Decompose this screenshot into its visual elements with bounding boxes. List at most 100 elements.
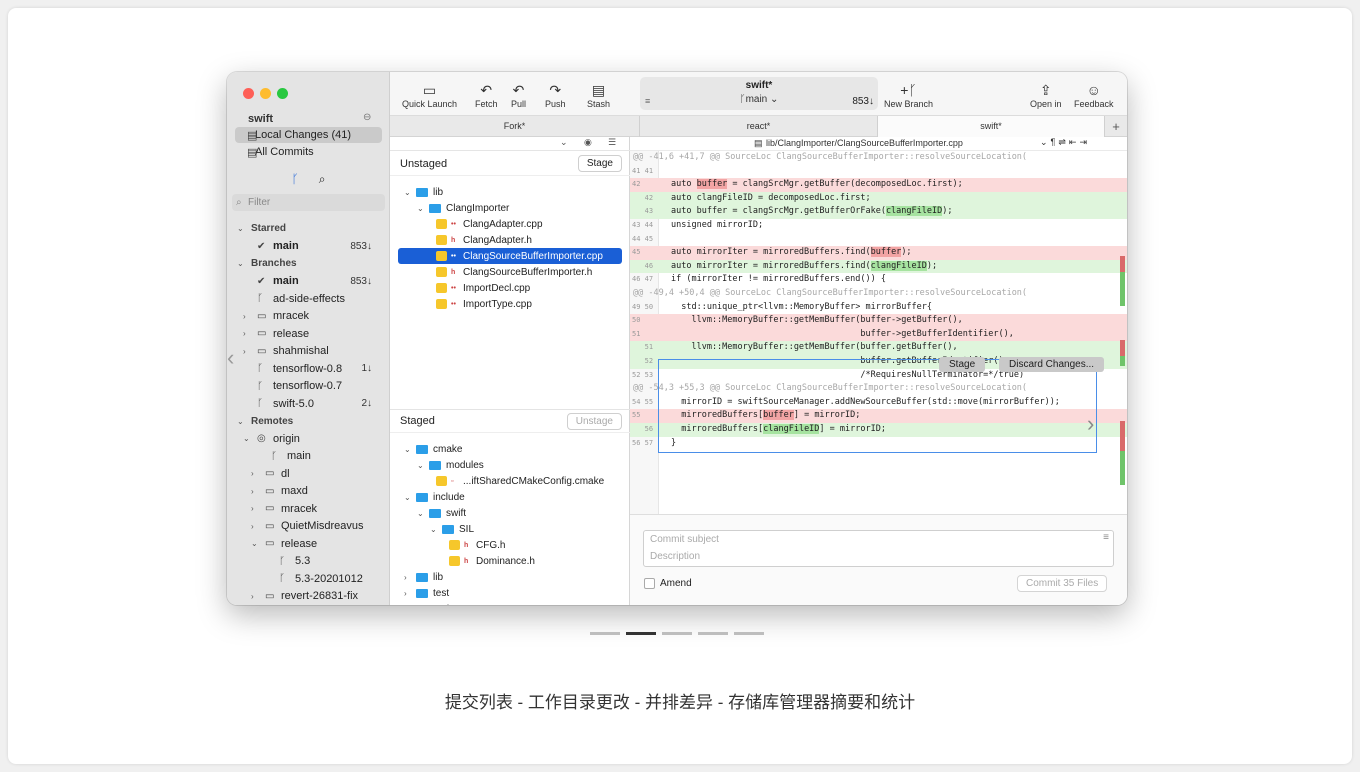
diff-line[interactable]: 44 45 [630,233,1127,247]
pull-button[interactable]: ↶ Pull [511,82,526,109]
folder-row[interactable]: › tools [398,601,622,605]
disclosure-chevron-icon[interactable]: › [243,329,246,338]
disclosure-chevron-icon[interactable]: › [404,605,407,606]
minimize-window-button[interactable] [260,88,271,99]
fetch-button[interactable]: ↶ Fetch [475,82,498,109]
stage-button[interactable]: Stage [577,155,622,172]
sidebar-tree-item[interactable]: ᚴ main [227,448,390,465]
commit-button[interactable]: Commit 35 Files [1017,575,1108,592]
stash-button[interactable]: ▤ Stash [587,82,610,109]
carousel-dot[interactable] [698,632,728,635]
disclosure-chevron-icon[interactable]: ⌄ [417,509,424,518]
sidebar-tree-item[interactable]: › ▭ maxd [227,483,390,500]
diff-hunk-header[interactable]: @@ -49,4 +50,4 @@ SourceLoc ClangSourceB… [630,287,1127,301]
sidebar-tree-item[interactable]: ᚴ 5.3 [227,553,390,570]
disclosure-chevron-icon[interactable]: › [404,573,407,582]
repo-branch-selector[interactable]: ≡ swift* ᚴmain ⌄ 853↓ [640,77,878,110]
carousel-dot[interactable] [626,632,656,635]
file-row[interactable]: •• ImportType.cpp [398,296,622,312]
folder-row[interactable]: ⌄ include [398,489,622,505]
disclosure-chevron-icon[interactable]: ⌄ [243,434,250,443]
diff-line[interactable]: 41 41 [630,165,1127,179]
folder-row[interactable]: › lib [398,569,622,585]
diff-line[interactable]: 46 47 if (mirrorIter != mirroredBuffers.e… [630,273,1127,287]
carousel-dot[interactable] [734,632,764,635]
sidebar-section-header[interactable]: ⌄ Branches [227,255,390,272]
diff-line[interactable]: 42 auto buffer = clangSrcMgr.getBuffer(d… [630,178,1127,192]
sidebar-section-header[interactable]: ⌄ Remotes [227,413,390,430]
zoom-window-button[interactable] [277,88,288,99]
commit-subject-field[interactable]: Commit subject [650,534,719,545]
repo-menu-icon[interactable]: ⊖ [363,112,371,123]
file-row[interactable]: ▫ ...iftSharedCMakeConfig.cmake [398,473,622,489]
next-arrow-icon[interactable]: › [1087,411,1094,437]
folder-row[interactable]: ⌄ SIL [398,521,622,537]
new-branch-button[interactable]: +ᚴ New Branch [884,82,933,109]
file-row[interactable]: h CFG.h [398,537,622,553]
diff-hunk-header[interactable]: @@ -41,6 +41,7 @@ SourceLoc ClangSourceB… [630,151,1127,165]
sidebar-tree-item[interactable]: ᚴ tensorflow-0.7 [227,378,390,395]
file-row[interactable]: •• ClangAdapter.cpp [398,216,622,232]
diff-options-icon[interactable]: ⌄¶⇌⇤⇥ [1040,137,1090,148]
diff-line[interactable]: 55 mirroredBuffers[buffer] = mirrorID; [630,409,1127,423]
disclosure-chevron-icon[interactable]: › [251,504,254,513]
diff-hunk-header[interactable]: @@ -54,3 +55,3 @@ SourceLoc ClangSourceB… [630,382,1127,396]
sidebar-tree-item[interactable]: › ▭ revert-26831-fix [227,588,390,605]
sidebar-tree-item[interactable]: › ▭ QuietMisdreavus [227,518,390,535]
sidebar-tree-item[interactable]: › ▭ dl [227,465,390,482]
tab-react[interactable]: react* [640,116,878,137]
amend-option[interactable]: Amend [644,578,692,589]
folder-row[interactable]: ⌄ lib [398,184,622,200]
diff-line[interactable]: 43 44 unsigned mirrorID; [630,219,1127,233]
folder-row[interactable]: › test [398,585,622,601]
sidebar-item-local-changes[interactable]: ▤ Local Changes (41) [235,127,382,143]
disclosure-chevron-icon[interactable]: ⌄ [404,493,411,502]
sidebar-tree-item[interactable]: ᚴ tensorflow-0.8 1↓ [227,360,390,377]
eye-icon[interactable]: ◉ [584,137,592,148]
disclosure-chevron-icon[interactable]: › [243,312,246,321]
template-icon[interactable]: ≡ [1103,532,1109,543]
disclosure-chevron-icon[interactable]: › [251,469,254,478]
file-row[interactable]: •• ImportDecl.cpp [398,280,622,296]
sidebar-tree-item[interactable]: ⌄ ▭ release [227,535,390,552]
disclosure-chevron-icon[interactable]: › [404,589,407,598]
commit-description-field[interactable]: Description [650,551,700,562]
tab-fork[interactable]: Fork* [390,116,640,137]
unstage-button[interactable]: Unstage [566,412,622,430]
add-tab-button[interactable]: + [1105,116,1127,137]
disclosure-chevron-icon[interactable]: ⌄ [251,539,258,548]
disclosure-chevron-icon[interactable]: ⌄ [404,445,411,454]
search-mode-icon[interactable]: ⌕ [319,172,326,187]
sidebar-tree-item[interactable]: ᚴ 5.3-20201012 [227,570,390,587]
diff-line[interactable]: 54 55 mirrorID = swiftSourceManager.addN… [630,396,1127,410]
file-row[interactable]: h ClangSourceBufferImporter.h [398,264,622,280]
disclosure-chevron-icon[interactable]: ⌄ [237,417,244,426]
commit-message-input[interactable]: Commit subject Description ≡ [643,530,1114,567]
sidebar-section-header[interactable]: ⌄ Starred [227,220,390,237]
carousel-dot[interactable] [662,632,692,635]
disclosure-chevron-icon[interactable]: ⌄ [417,204,424,213]
sidebar-tree-item[interactable]: › ▭ mracek [227,500,390,517]
sidebar-tree-item[interactable]: ᚴ ad-side-effects [227,290,390,307]
branch-mode-icon[interactable]: ᚴ [292,172,299,187]
disclosure-chevron-icon[interactable]: ⌄ [237,224,244,233]
carousel-dot[interactable] [590,632,620,635]
diff-line[interactable]: 43 auto buffer = clangSrcMgr.getBufferOrF… [630,205,1127,219]
prev-arrow-icon[interactable]: ‹ [227,345,234,371]
file-row[interactable]: •• ClangSourceBufferImporter.cpp [398,248,622,264]
sidebar-tree-item[interactable]: ᚴ swift-5.0 2↓ [227,395,390,412]
open-in-button[interactable]: ⇪ Open in [1030,82,1062,109]
folder-row[interactable]: ⌄ swift [398,505,622,521]
disclosure-chevron-icon[interactable]: ⌄ [404,188,411,197]
current-branch[interactable]: ᚴmain ⌄ [640,94,878,105]
sidebar-tree-item[interactable]: ✔ main 853↓ [227,238,390,255]
diff-line[interactable]: 50 llvm::MemoryBuffer::getMemBuffer(buff… [630,314,1127,328]
amend-checkbox[interactable] [644,578,655,589]
discard-changes-button[interactable]: Discard Changes... [999,357,1105,372]
collapse-icon[interactable]: ⌄ [560,137,568,148]
sidebar-tree-item[interactable]: ✔ main 853↓ [227,273,390,290]
folder-row[interactable]: ⌄ modules [398,457,622,473]
sidebar-tree-item[interactable]: ⌄ ◎ origin [227,430,390,447]
push-button[interactable]: ↷ Push [545,82,566,109]
disclosure-chevron-icon[interactable]: ⌄ [430,525,437,534]
